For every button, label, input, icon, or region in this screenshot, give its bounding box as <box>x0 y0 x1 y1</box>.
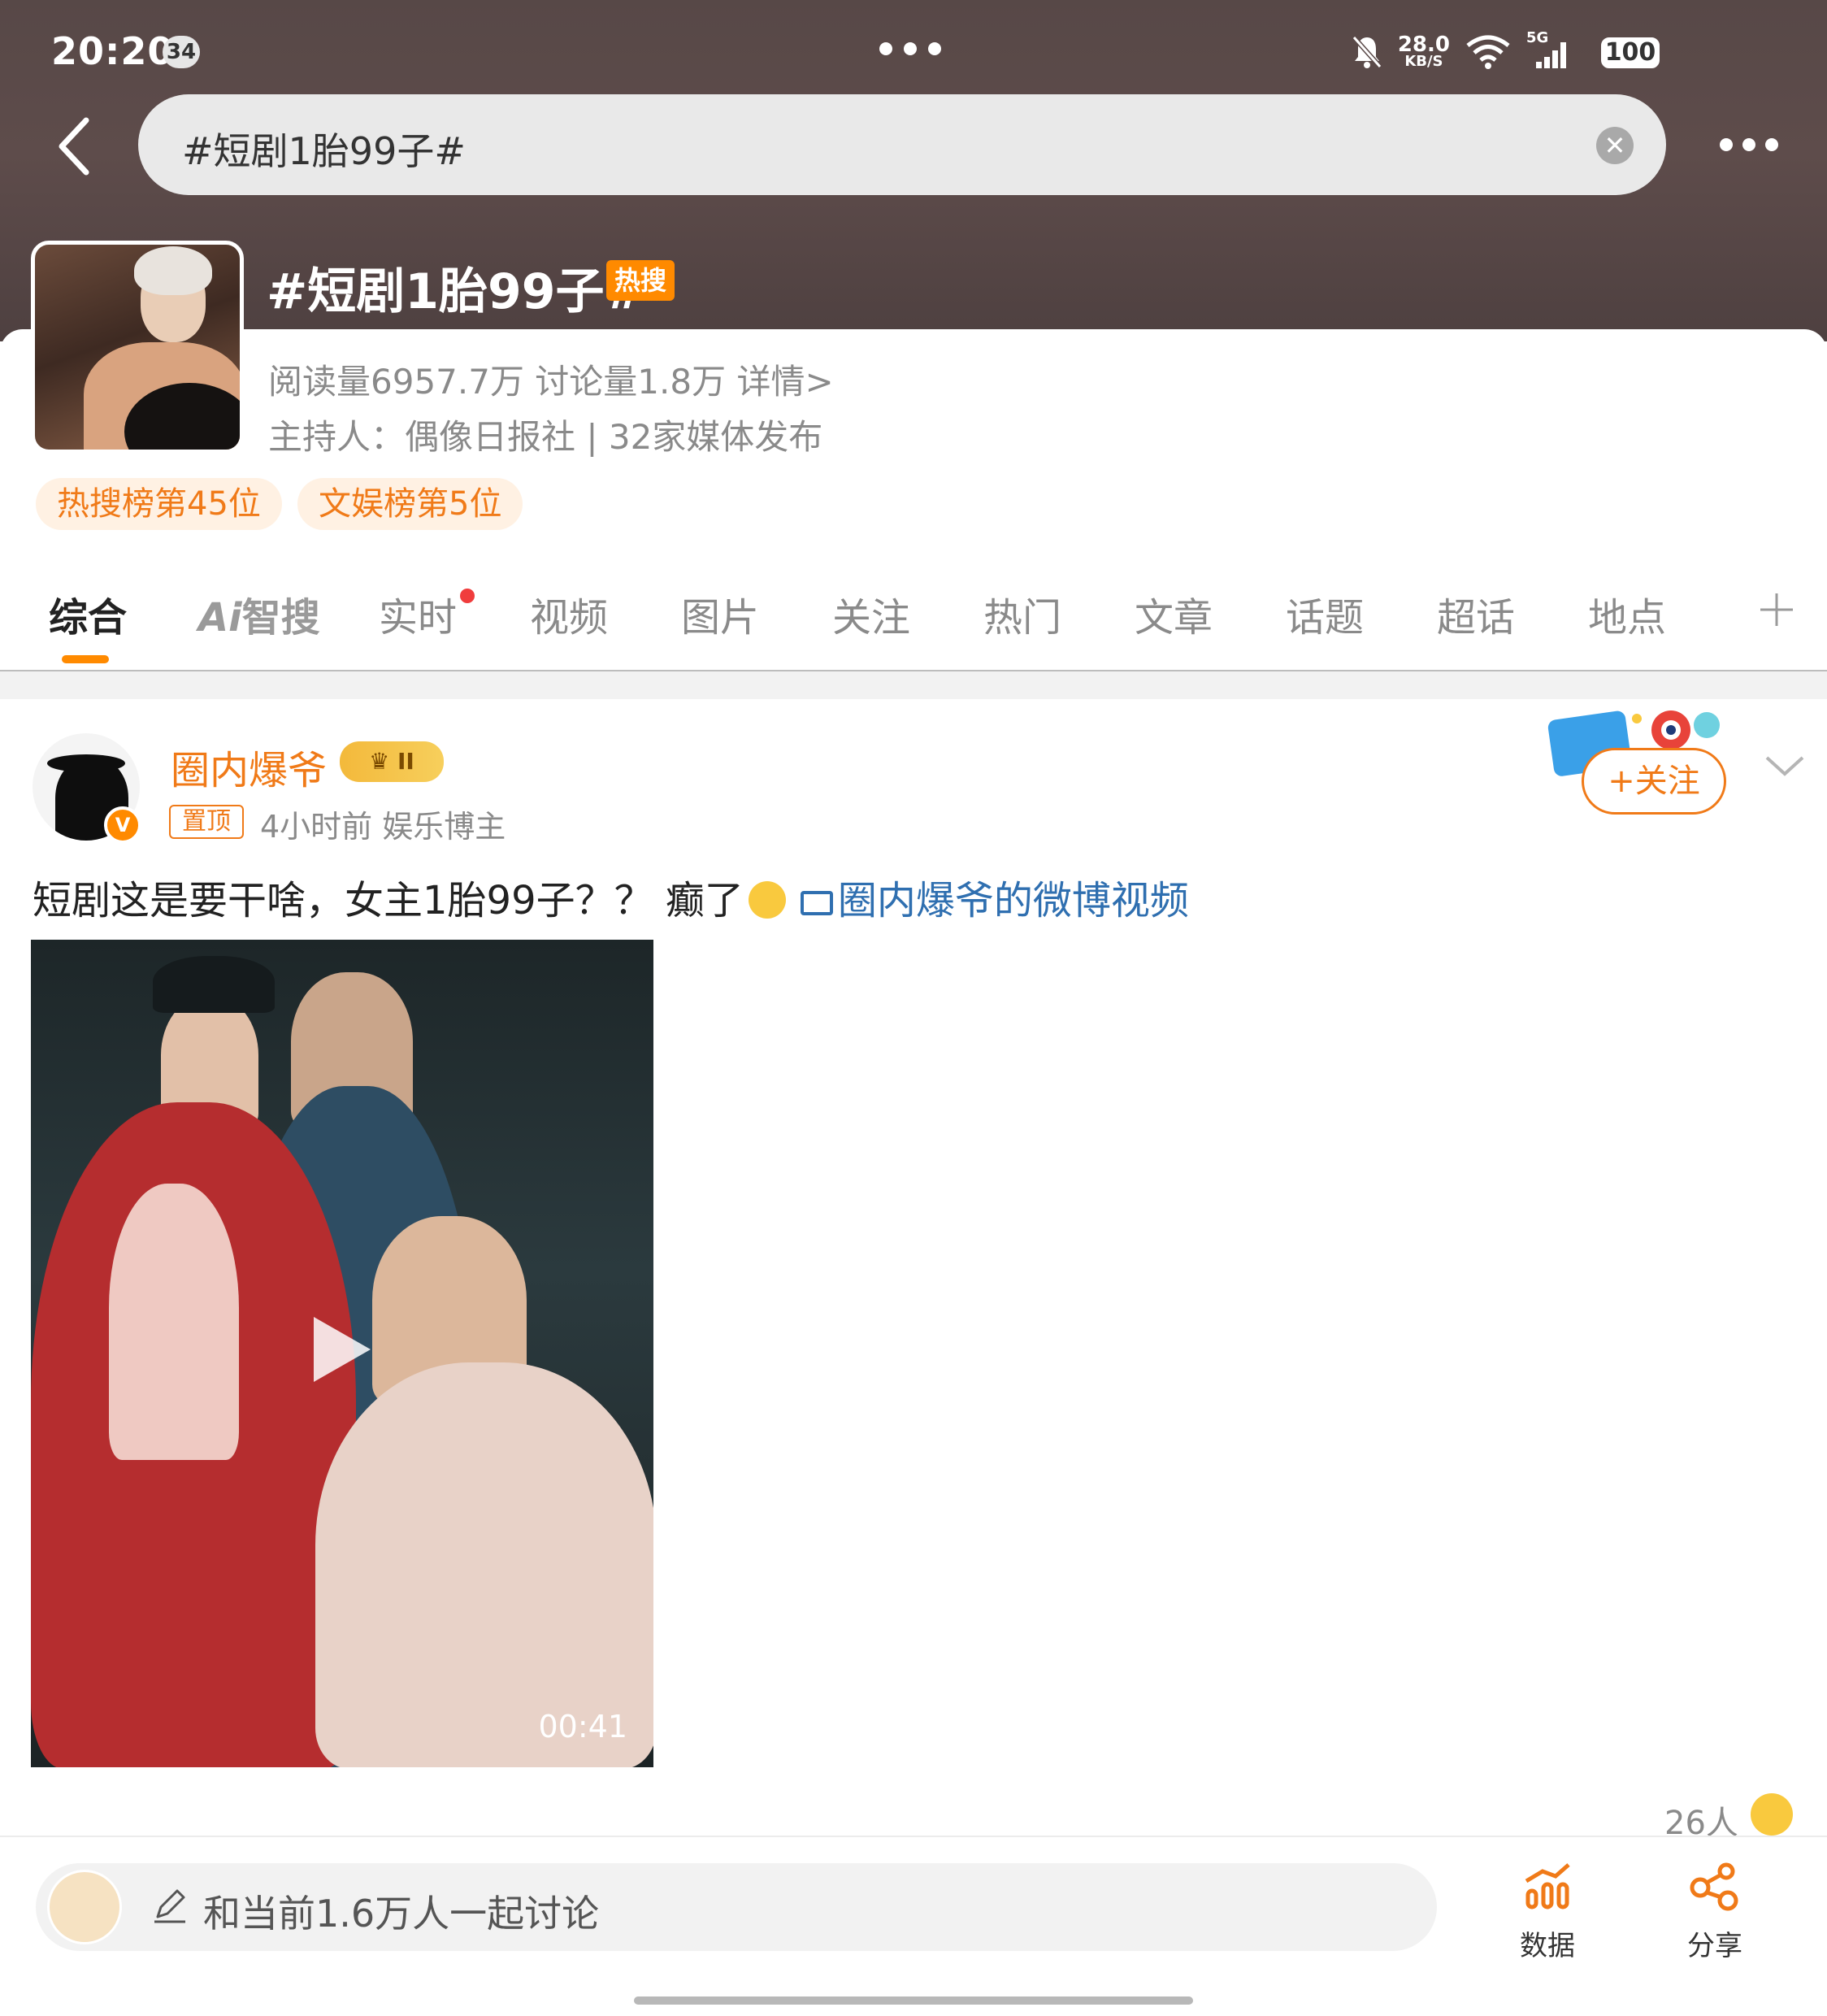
new-content-dot <box>460 589 475 603</box>
hot-search-badge: 热搜 <box>606 260 675 301</box>
author-name[interactable]: 圈内爆爷 <box>171 738 327 795</box>
net-speed-unit: KB/S <box>1404 53 1443 70</box>
ai-prefix: Ai <box>198 595 242 641</box>
tab-bar: 综合 Ai智搜 实时 视频 图片 关注 热门 文章 话题 超话 地点 <box>0 585 1827 671</box>
follow-button[interactable]: +关注 <box>1582 748 1726 815</box>
back-arrow-icon[interactable] <box>50 114 99 179</box>
video-link-icon <box>800 891 833 915</box>
more-options-icon[interactable] <box>1720 138 1778 151</box>
tab-ai-search-label: 智搜 <box>241 595 320 641</box>
clear-search-icon[interactable]: ✕ <box>1596 127 1634 164</box>
topic-stats[interactable]: 阅读量6957.7万 讨论量1.8万 详情> <box>268 354 834 404</box>
tab-topics[interactable]: 话题 <box>1286 585 1364 642</box>
tab-location[interactable]: 地点 <box>1588 585 1666 642</box>
hot-rank-pill[interactable]: 热搜榜第45位 <box>36 478 282 530</box>
tab-ai-search[interactable]: Ai智搜 <box>198 585 320 642</box>
tab-pictures[interactable]: 图片 <box>681 585 759 642</box>
section-gap <box>0 671 1827 699</box>
mute-bell-icon <box>1352 36 1382 68</box>
user-avatar <box>47 1870 122 1944</box>
data-chart-icon <box>1525 1863 1570 1910</box>
net-speed: 28.0 KB/S <box>1398 34 1450 70</box>
search-input[interactable]: #短剧1胎99子# ✕ <box>138 94 1666 195</box>
vip-level: II <box>397 748 414 775</box>
tab-following[interactable]: 关注 <box>832 585 910 642</box>
compose-placeholder[interactable]: 和当前1.6万人一起讨论 <box>203 1884 599 1938</box>
post-content: 短剧这是要干啥，女主1胎99子？？ 癫了 圈内爆爷的微博视频 <box>33 868 1189 925</box>
share-label: 分享 <box>1687 1930 1742 1962</box>
verified-badge-icon: V <box>104 806 141 844</box>
active-tab-indicator <box>62 655 109 663</box>
laugh-emoji-icon[interactable] <box>1751 1793 1793 1836</box>
post-body-text: 短剧这是要干啥，女主1胎99子？？ 癫了 <box>33 878 744 923</box>
notification-count-badge: 34 <box>163 36 200 68</box>
cell-signal-icon: 5G <box>1526 29 1572 70</box>
topic-cover-image[interactable] <box>31 241 244 454</box>
tab-super-topic[interactable]: 超话 <box>1437 585 1515 642</box>
status-time: 20:20 <box>51 29 175 73</box>
pinned-tag: 置顶 <box>169 805 244 839</box>
post-meta: 4小时前 娱乐博主 <box>260 809 506 845</box>
bottom-bar-divider <box>0 1836 1827 1837</box>
add-tab-icon[interactable] <box>1757 590 1796 629</box>
video-link[interactable]: 圈内爆爷的微博视频 <box>838 878 1189 923</box>
home-indicator[interactable] <box>634 1996 1193 2005</box>
video-player[interactable]: 00:41 <box>31 940 653 1767</box>
share-icon <box>1690 1862 1738 1911</box>
share-button[interactable]: 分享 <box>1666 1862 1764 1963</box>
search-query-text: #短剧1胎99子# <box>182 129 466 173</box>
wifi-icon <box>1466 35 1510 69</box>
pen-icon <box>154 1889 185 1923</box>
video-duration: 00:41 <box>538 1709 627 1744</box>
play-icon[interactable] <box>314 1317 371 1382</box>
status-bar: 20:20 34 28.0 KB/S 5G 100 <box>0 0 1827 98</box>
chevron-down-icon[interactable] <box>1762 749 1807 782</box>
dots-indicator-icon <box>879 42 941 55</box>
topic-title: #短剧1胎99子# <box>267 263 645 320</box>
smile-emoji-icon <box>748 881 786 919</box>
tab-articles[interactable]: 文章 <box>1135 585 1213 642</box>
battery-indicator: 100 <box>1601 37 1660 68</box>
data-label: 数据 <box>1520 1930 1575 1962</box>
tab-realtime[interactable]: 实时 <box>379 585 457 642</box>
vip-crown-badge: ♛ II <box>340 741 444 782</box>
tab-comprehensive[interactable]: 综合 <box>49 585 127 642</box>
tab-hot[interactable]: 热门 <box>983 585 1061 642</box>
data-button[interactable]: 数据 <box>1499 1862 1596 1963</box>
topic-host: 主持人：偶像日报社 | 32家媒体发布 <box>268 417 823 457</box>
tab-video[interactable]: 视频 <box>530 585 608 642</box>
entertainment-rank-pill[interactable]: 文娱榜第5位 <box>297 478 523 530</box>
